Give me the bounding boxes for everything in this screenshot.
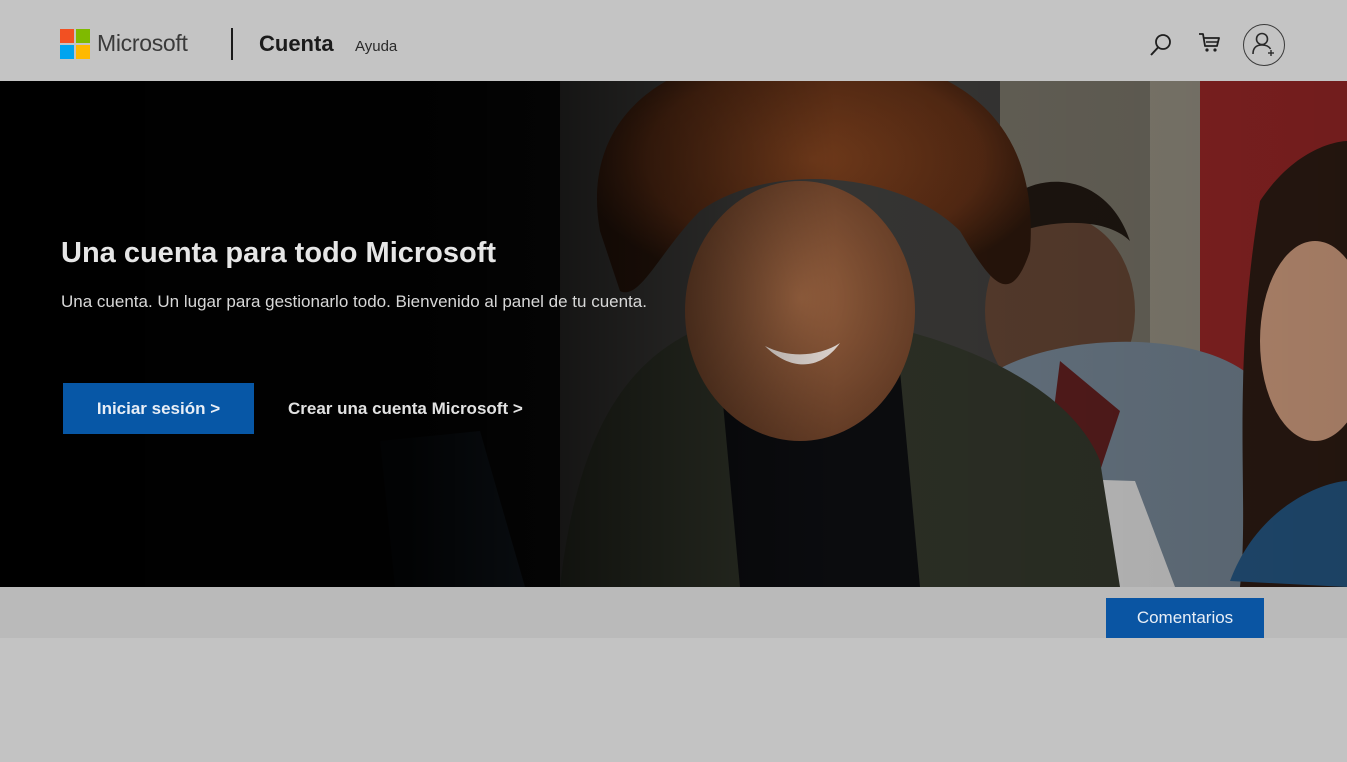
- header-divider: [231, 28, 233, 60]
- help-link[interactable]: Ayuda: [355, 38, 397, 55]
- brand-name[interactable]: Microsoft: [97, 30, 188, 57]
- microsoft-logo-icon[interactable]: [60, 29, 90, 59]
- hero-overlay: [0, 81, 1347, 587]
- section-title[interactable]: Cuenta: [259, 31, 334, 57]
- signin-button[interactable]: Iniciar sesión >: [63, 383, 254, 434]
- create-account-link[interactable]: Crear una cuenta Microsoft >: [288, 399, 523, 419]
- hero-subtitle: Una cuenta. Un lugar para gestionarlo to…: [61, 292, 647, 311]
- site-header: Microsoft Cuenta Ayuda: [0, 0, 1347, 81]
- search-icon[interactable]: [1148, 32, 1174, 58]
- hero-banner: Una cuenta para todo Microsoft Una cuent…: [0, 81, 1347, 587]
- feedback-button[interactable]: Comentarios: [1106, 598, 1264, 638]
- cart-icon[interactable]: [1197, 30, 1223, 56]
- hero-title: Una cuenta para todo Microsoft: [61, 237, 497, 269]
- account-icon[interactable]: [1243, 24, 1285, 66]
